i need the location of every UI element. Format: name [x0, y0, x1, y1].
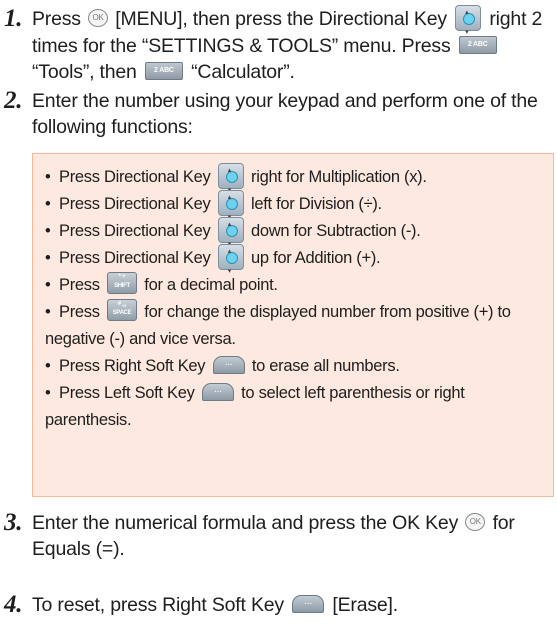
step-text: “Tools”, then: [32, 60, 137, 83]
key-2-icon: 2 ABC: [458, 35, 497, 54]
item-text: Press Directional Key: [59, 249, 211, 267]
left-soft-key-icon: ...: [201, 382, 234, 401]
step-text: “Calculator”.: [191, 60, 295, 83]
list-item: • Press Directional Key right for Multipl…: [45, 161, 551, 201]
step-4: 4. To reset, press Right Soft Key ... [E…: [0, 592, 557, 618]
list-item: • Press Directional Key down for Subtract…: [45, 215, 551, 255]
directional-key-icon: [217, 188, 244, 228]
step-number: 2.: [4, 87, 23, 114]
key-sublabel: SPACE: [112, 309, 132, 316]
item-text: negative (-) and vice versa.: [45, 330, 236, 348]
item-text: right for Multiplication (x).: [251, 168, 427, 186]
item-text: Press Right Soft Key: [59, 357, 206, 375]
item-text: Press: [59, 276, 100, 294]
item-text: Press Directional Key: [59, 168, 211, 186]
bullet: •: [45, 249, 51, 267]
list-item: • Press Right Soft Key ... to erase all n…: [45, 353, 551, 380]
item-text: Press Directional Key: [59, 222, 211, 240]
list-item-continuation: parenthesis.: [45, 407, 551, 434]
step-2: 2. Enter the number using your keypad an…: [0, 88, 557, 140]
step-1: 1. Press OK [MENU], then press the Direc…: [0, 3, 557, 85]
bullet: •: [45, 222, 51, 240]
item-text: Press Left Soft Key: [59, 384, 195, 402]
list-item: • Press Directional Key left for Division…: [45, 188, 551, 228]
functions-box: • Press Directional Key right for Multipl…: [32, 153, 554, 497]
ok-key-icon: OK: [88, 8, 109, 27]
key-label: * +: [118, 273, 126, 280]
step-text: [MENU], then press the Directional Key: [115, 8, 447, 30]
key-sublabel: SHIFT: [114, 282, 130, 289]
directional-key-icon: [217, 161, 244, 201]
list-item: • Press Left Soft Key ... to select left …: [45, 380, 551, 407]
list-item: • Press * + SHIFT for a decimal point.: [45, 271, 551, 299]
directional-key-icon: [217, 215, 244, 255]
pound-space-key-icon: # ␣ SPACE: [106, 298, 137, 321]
bullet: •: [45, 303, 51, 321]
step-number: 4.: [4, 591, 23, 618]
item-text: down for Subtraction (-).: [251, 222, 421, 240]
step-text: [Erase].: [332, 594, 398, 616]
item-text: for a decimal point.: [144, 276, 278, 294]
step-number: 3.: [4, 509, 23, 536]
bullet: •: [45, 357, 51, 375]
bullet: •: [45, 276, 51, 294]
directional-key-icon: [455, 3, 482, 43]
list-item: • Press # ␣ SPACE for change the displayed…: [45, 298, 551, 326]
directional-key-icon: [217, 242, 244, 282]
step-text: Enter the number using your keypad and p…: [32, 90, 538, 138]
item-text: to select left parenthesis or right: [241, 384, 465, 402]
item-text: to erase all numbers.: [251, 357, 400, 375]
item-text: Press Directional Key: [59, 195, 211, 213]
list-item-continuation: negative (-) and vice versa.: [45, 326, 551, 353]
bullet: •: [45, 195, 51, 213]
step-text: Enter the numerical formula and press th…: [32, 512, 459, 534]
right-soft-key-icon: ...: [212, 355, 245, 374]
item-text: left for Division (÷).: [251, 195, 382, 213]
key-2-icon: 2 ABC: [144, 61, 183, 80]
step-3: 3. Enter the numerical formula and press…: [0, 510, 557, 562]
bullet: •: [45, 168, 51, 186]
item-text: up for Addition (+).: [251, 249, 381, 267]
right-soft-key-icon: ...: [292, 594, 325, 613]
item-text: for change the displayed number from pos…: [144, 303, 511, 321]
item-text: parenthesis.: [45, 411, 132, 429]
star-shift-key-icon: * + SHIFT: [106, 271, 137, 294]
ok-key-icon: OK: [465, 512, 486, 531]
step-number: 1.: [4, 5, 23, 32]
item-text: Press: [59, 303, 100, 321]
step-text: Press: [32, 8, 81, 30]
bullet: •: [45, 384, 51, 402]
list-item: • Press Directional Key up for Addition (…: [45, 242, 551, 282]
step-text: To reset, press Right Soft Key: [32, 594, 284, 616]
key-label: # ␣: [117, 300, 127, 307]
